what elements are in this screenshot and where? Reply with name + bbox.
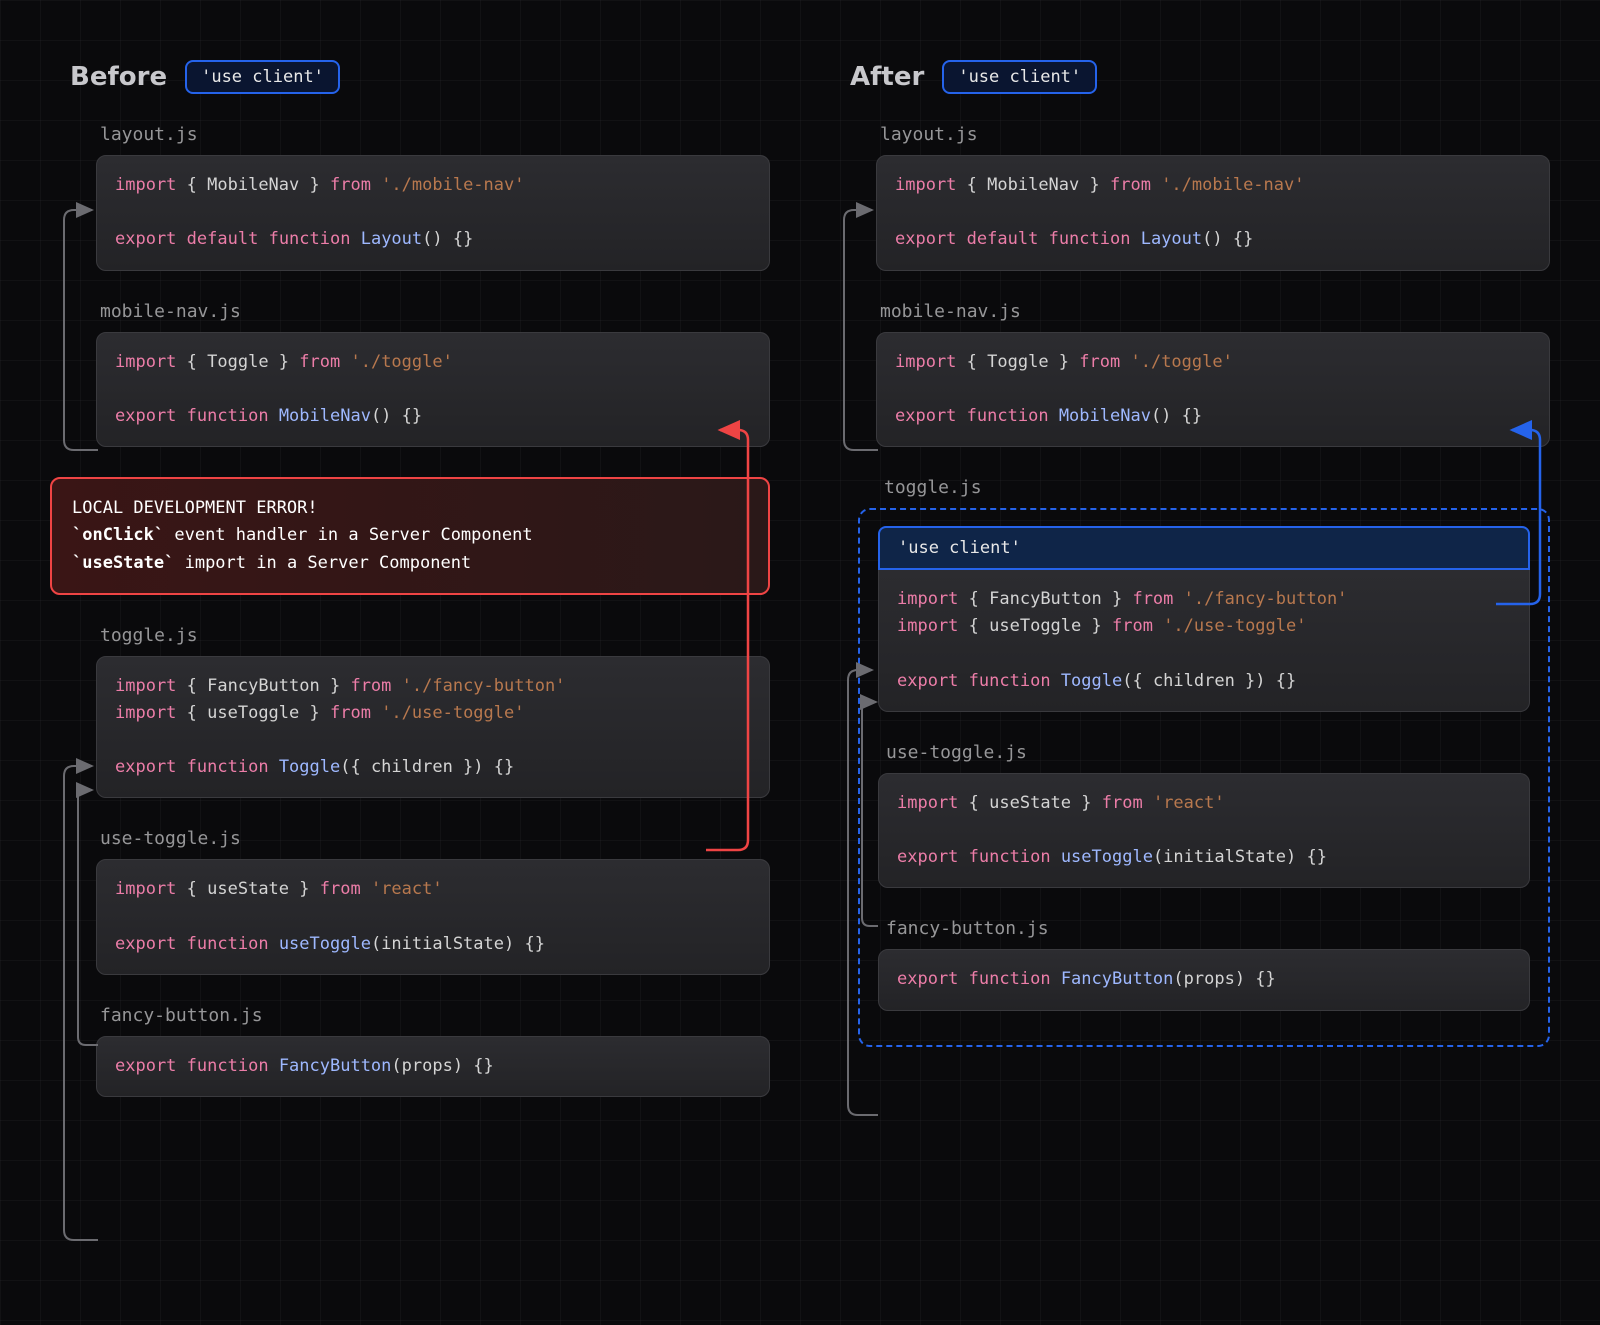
file-label-layout: layout.js bbox=[876, 124, 1550, 145]
code-layout: import { MobileNav } from './mobile-nav'… bbox=[876, 155, 1550, 271]
client-boundary-box: 'use client' import { FancyButton } from… bbox=[858, 508, 1550, 1047]
before-column: Before 'use client' layout.js import { M… bbox=[50, 60, 770, 1265]
error-box: LOCAL DEVELOPMENT ERROR! `onClick` event… bbox=[50, 477, 770, 595]
code-layout: import { MobileNav } from './mobile-nav'… bbox=[96, 155, 770, 271]
file-label-fancybutton: fancy-button.js bbox=[96, 1005, 770, 1026]
use-client-banner: 'use client' bbox=[878, 526, 1530, 570]
after-title: After bbox=[850, 62, 924, 92]
directive-badge: 'use client' bbox=[185, 60, 340, 94]
file-label-layout: layout.js bbox=[96, 124, 770, 145]
after-column: After 'use client' layout.js import { Mo… bbox=[830, 60, 1550, 1265]
code-usetoggle: import { useState } from 'react' export … bbox=[96, 859, 770, 975]
before-title: Before bbox=[70, 62, 167, 92]
file-label-fancybutton: fancy-button.js bbox=[882, 918, 1530, 939]
code-mobilenav: import { Toggle } from './toggle' export… bbox=[96, 332, 770, 448]
code-fancybutton: export function FancyButton(props) {} bbox=[96, 1036, 770, 1097]
file-label-usetoggle: use-toggle.js bbox=[882, 742, 1530, 763]
directive-badge: 'use client' bbox=[942, 60, 1097, 94]
code-fancybutton: export function FancyButton(props) {} bbox=[878, 949, 1530, 1010]
error-heading: LOCAL DEVELOPMENT ERROR! bbox=[72, 495, 748, 522]
file-label-toggle: toggle.js bbox=[96, 625, 770, 646]
file-label-toggle: toggle.js bbox=[880, 477, 1550, 498]
code-toggle: import { FancyButton } from './fancy-but… bbox=[96, 656, 770, 799]
code-usetoggle: import { useState } from 'react' export … bbox=[878, 773, 1530, 889]
code-toggle: import { FancyButton } from './fancy-but… bbox=[878, 570, 1530, 712]
file-label-usetoggle: use-toggle.js bbox=[96, 828, 770, 849]
file-label-mobilenav: mobile-nav.js bbox=[876, 301, 1550, 322]
code-mobilenav: import { Toggle } from './toggle' export… bbox=[876, 332, 1550, 448]
file-label-mobilenav: mobile-nav.js bbox=[96, 301, 770, 322]
